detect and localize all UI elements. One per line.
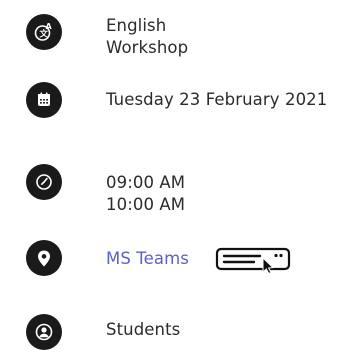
translate-icon: 文 A: [26, 14, 62, 50]
ms-teams-link[interactable]: MS Teams: [106, 248, 189, 270]
event-date: Tuesday 23 February 2021: [106, 90, 328, 109]
event-time-end: 10:00 AM: [106, 195, 186, 214]
event-time-start: 09:00 AM: [106, 173, 186, 192]
event-audience: Students: [106, 320, 181, 339]
clock-icon: [26, 164, 62, 200]
event-title-line2: Workshop: [106, 38, 189, 57]
person-icon: [26, 314, 62, 350]
online-meeting-icon[interactable]: [214, 244, 296, 274]
event-title-line1: English: [106, 16, 167, 35]
calendar-icon: [26, 82, 62, 118]
svg-text:A: A: [46, 22, 53, 31]
map-pin-icon: [26, 240, 62, 276]
